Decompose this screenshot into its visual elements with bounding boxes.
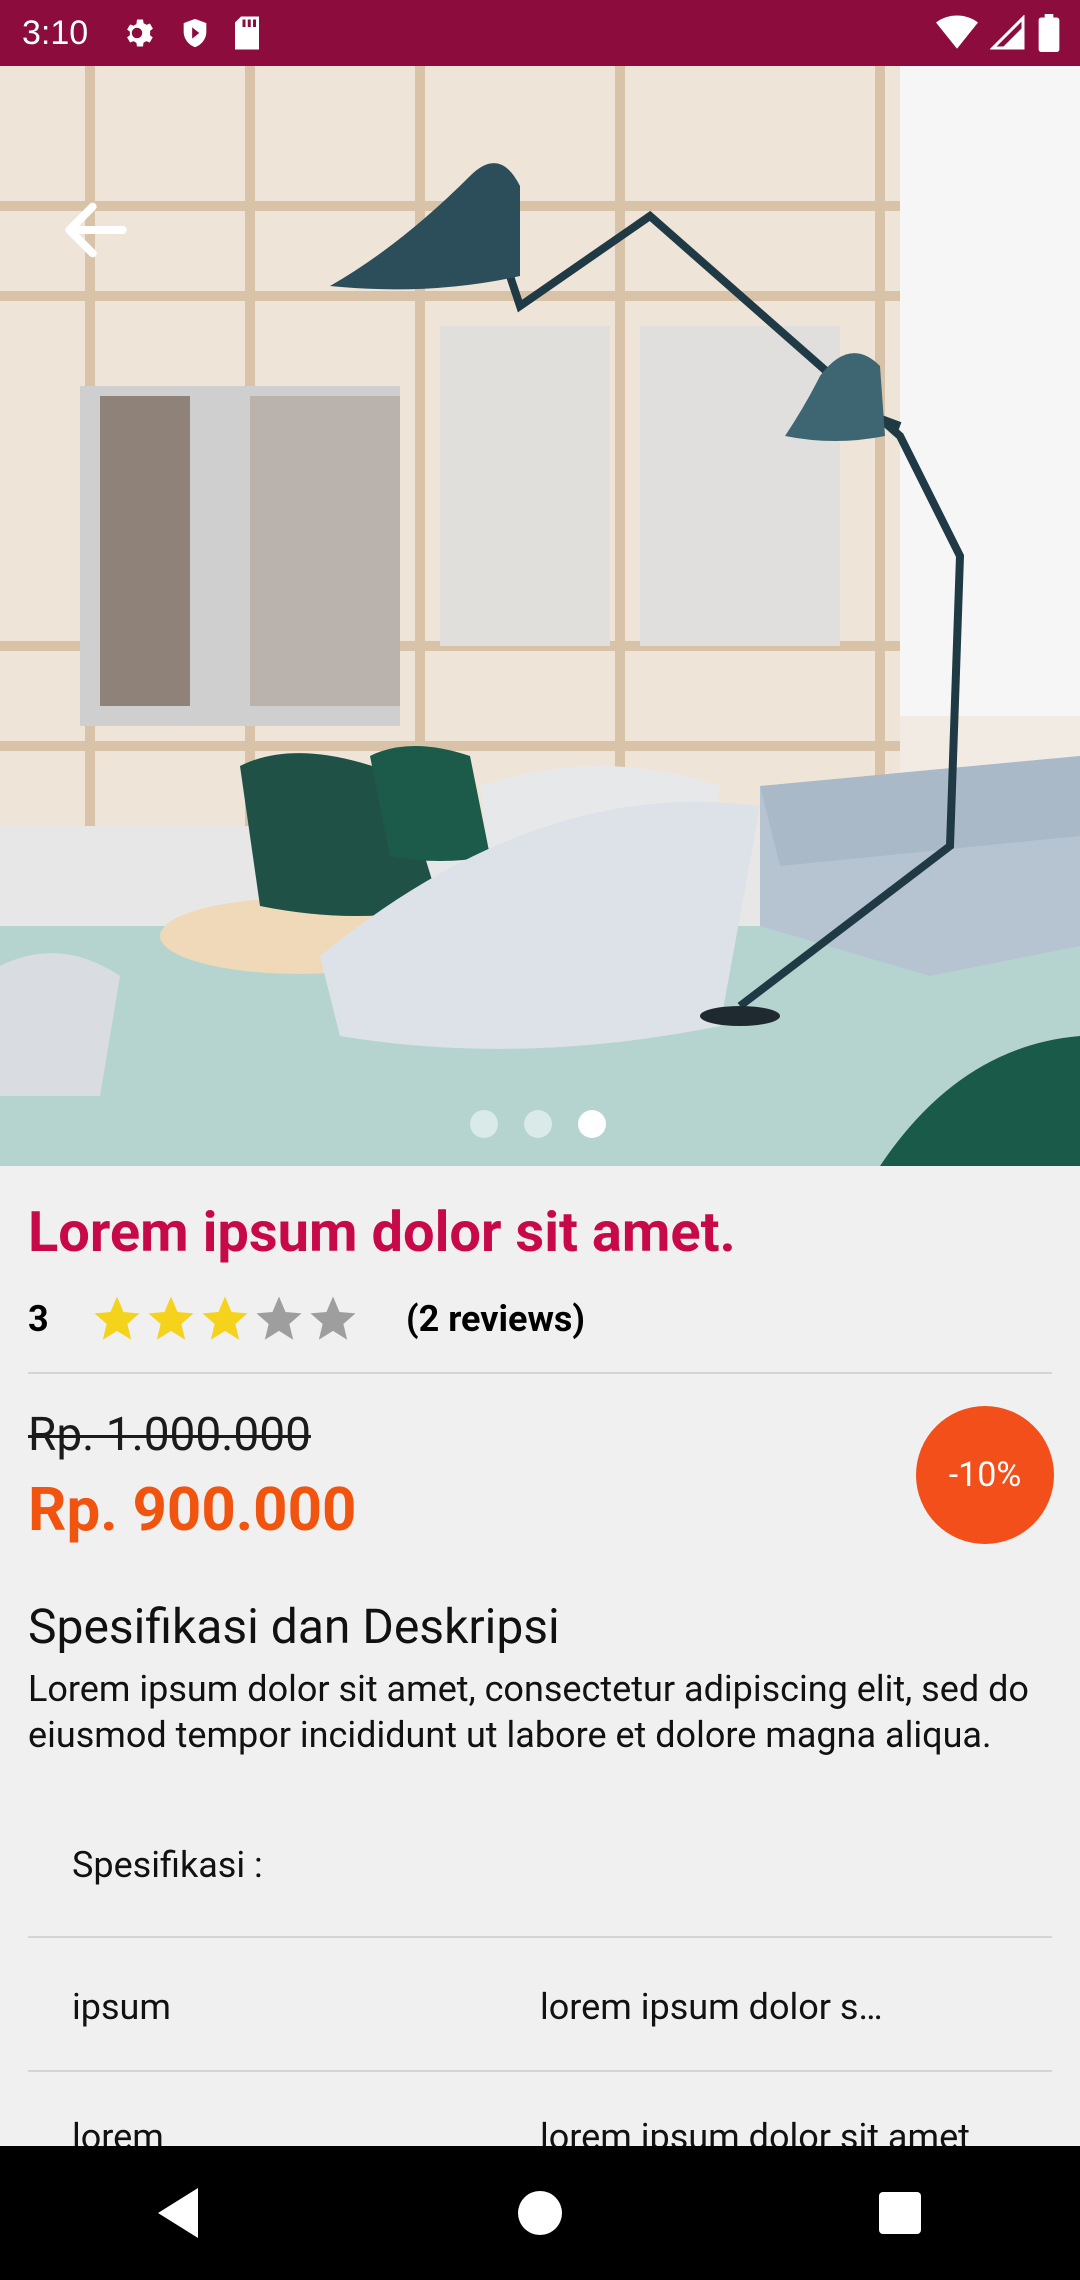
battery-icon xyxy=(1038,14,1060,52)
rating-stars xyxy=(90,1292,360,1346)
section-heading: Spesifikasi dan Deskripsi xyxy=(28,1598,560,1655)
status-icons-left xyxy=(122,15,262,51)
status-time: 3:10 xyxy=(22,13,89,52)
shield-icon xyxy=(183,18,207,48)
product-image xyxy=(0,66,1080,1166)
spec-value: lorem ipsum dolor s… xyxy=(540,1986,883,2028)
carousel-indicators xyxy=(470,1110,606,1138)
spec-label: Spesifikasi : xyxy=(72,1844,263,1886)
star-filled-icon xyxy=(202,1296,248,1340)
nav-back-button[interactable] xyxy=(140,2173,220,2253)
divider xyxy=(28,1936,1052,1938)
star-filled-icon xyxy=(148,1296,194,1340)
settings-icon xyxy=(127,19,154,47)
spec-row: ipsum lorem ipsum dolor s… xyxy=(0,1986,1080,2116)
back-icon xyxy=(158,2188,198,2238)
carousel-dot[interactable] xyxy=(470,1110,498,1138)
carousel-dot[interactable] xyxy=(524,1110,552,1138)
star-filled-icon xyxy=(94,1296,140,1340)
spec-key: ipsum xyxy=(72,1986,171,2028)
rating-row: 3 (2 reviews) xyxy=(28,1292,585,1346)
wifi-icon xyxy=(936,15,978,49)
nav-recents-button[interactable] xyxy=(860,2173,940,2253)
status-bar: 3:10 xyxy=(0,0,1080,66)
carousel-dot-active[interactable] xyxy=(578,1110,606,1138)
description-text: Lorem ipsum dolor sit amet, consectetur … xyxy=(28,1668,1029,1756)
back-arrow-icon[interactable] xyxy=(56,190,136,270)
product-image-carousel[interactable] xyxy=(0,66,1080,1166)
status-icons-right xyxy=(936,14,1060,52)
recents-icon xyxy=(879,2192,921,2234)
home-icon xyxy=(518,2191,562,2235)
original-price: Rp. 1.000.000 xyxy=(28,1408,311,1462)
sale-price: Rp. 900.000 xyxy=(28,1474,357,1545)
reviews-count[interactable]: (2 reviews) xyxy=(406,1298,585,1340)
star-empty-icon xyxy=(310,1296,356,1340)
nav-home-button[interactable] xyxy=(500,2173,580,2253)
rating-value: 3 xyxy=(28,1298,49,1340)
discount-badge: -10% xyxy=(916,1406,1054,1544)
sd-card-icon xyxy=(235,16,260,50)
star-empty-icon xyxy=(256,1296,302,1340)
product-title: Lorem ipsum dolor sit amet. xyxy=(28,1199,736,1265)
system-nav-bar xyxy=(0,2146,1080,2280)
divider xyxy=(28,2070,1052,2072)
cell-signal-icon xyxy=(990,15,1025,50)
divider xyxy=(28,1372,1052,1374)
